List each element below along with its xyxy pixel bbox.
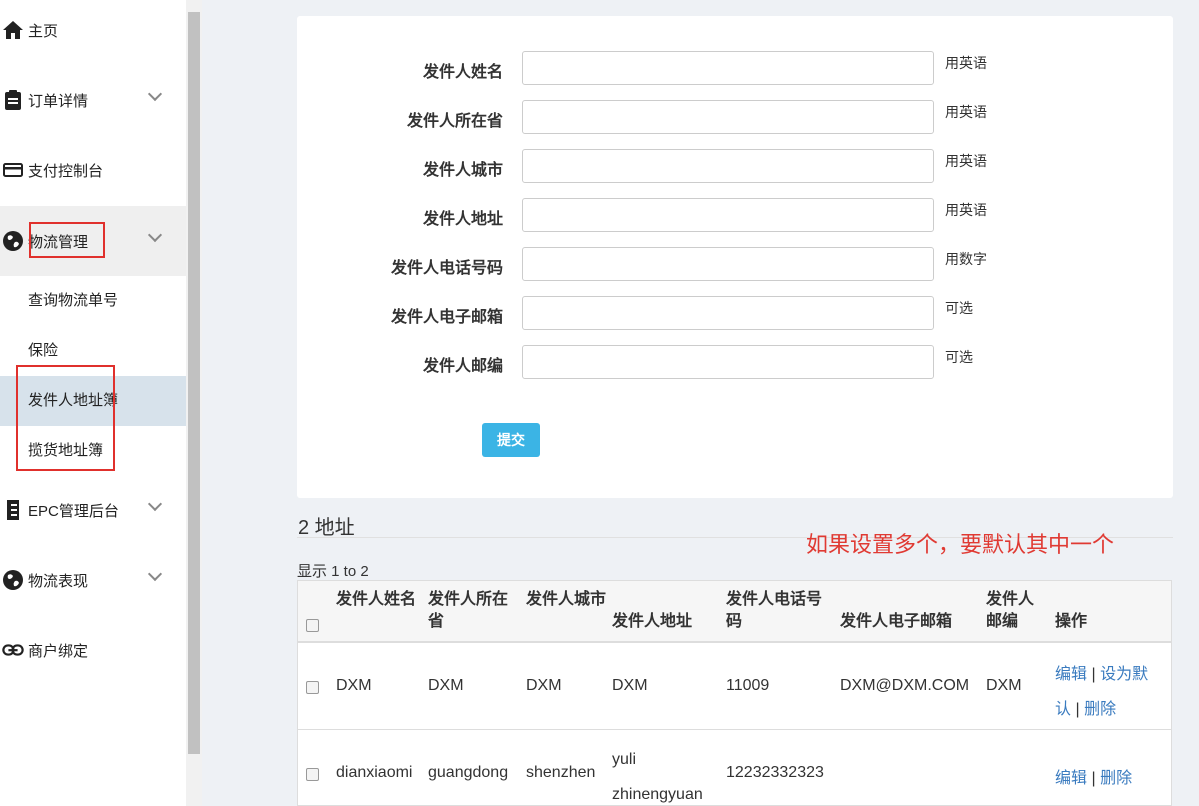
cell-province: guangdong bbox=[428, 764, 509, 781]
field-label: 发件人姓名 bbox=[422, 64, 503, 81]
highlight-box bbox=[29, 222, 105, 258]
sidebar-subitem-label: 保险 bbox=[28, 342, 59, 359]
column-header-name: 发件人姓名 bbox=[336, 591, 417, 608]
cell-email: DXM@DXM.COM bbox=[840, 677, 970, 694]
form-row-phone: 发件人电话号码 用数字 bbox=[297, 247, 1173, 281]
address-table: 发件人姓名 发件人所在省 发件人城市 发件人地址 发件人电话号码 发件人电子邮箱… bbox=[297, 580, 1172, 806]
field-label: 发件人电子邮箱 bbox=[390, 309, 503, 326]
cell-actions: 编辑 | 设为默认 | 删除 bbox=[1055, 666, 1149, 718]
cell-zip: DXM bbox=[986, 677, 1022, 694]
sidebar-item-logistics-performance[interactable]: 物流表现 bbox=[0, 545, 186, 615]
field-label: 发件人电话号码 bbox=[390, 260, 503, 277]
chevron-down-icon bbox=[147, 496, 163, 512]
home-icon bbox=[2, 19, 24, 41]
form-row-email: 发件人电子邮箱 可选 bbox=[297, 296, 1173, 330]
sender-city-input[interactable] bbox=[522, 149, 934, 183]
form-row-province: 发件人所在省 用英语 bbox=[297, 100, 1173, 134]
sidebar: 主页 订单详情 支付控制台 物流管理 查询物流单号 保险 发件人地址簿 揽货地址… bbox=[0, 0, 186, 806]
sender-form-card: 发件人姓名 用英语 发件人所在省 用英语 发件人城市 用英语 发件人地址 用英语… bbox=[297, 16, 1173, 498]
submit-button[interactable]: 提交 bbox=[482, 423, 540, 457]
field-label: 发件人所在省 bbox=[406, 113, 503, 130]
sidebar-subitem-label: 查询物流单号 bbox=[28, 292, 119, 309]
field-label: 发件人地址 bbox=[422, 211, 503, 228]
chevron-down-icon bbox=[147, 227, 163, 243]
address-count-title: 2 地址 bbox=[298, 517, 355, 539]
chevron-down-icon bbox=[147, 566, 163, 582]
sender-name-input[interactable] bbox=[522, 51, 934, 85]
sidebar-item-epc-admin[interactable]: EPC管理后台 bbox=[0, 475, 186, 545]
cell-name: dianxiaomi bbox=[336, 764, 413, 781]
field-hint: 用英语 bbox=[945, 104, 987, 120]
field-label: 发件人邮编 bbox=[422, 358, 503, 375]
cell-province: DXM bbox=[428, 677, 464, 694]
table-row: DXM DXM DXM DXM 11009 DXM@DXM.COM DXM 编辑… bbox=[298, 643, 1171, 730]
epc-icon bbox=[2, 499, 24, 521]
pagination-info: 显示 1 to 2 bbox=[297, 563, 369, 580]
highlight-box bbox=[16, 365, 115, 471]
cell-name: DXM bbox=[336, 677, 372, 694]
field-hint: 用英语 bbox=[945, 153, 987, 169]
sidebar-item-label: EPC管理后台 bbox=[28, 502, 119, 520]
edit-link[interactable]: 编辑 bbox=[1055, 666, 1087, 683]
delete-link[interactable]: 删除 bbox=[1084, 701, 1116, 718]
sidebar-scroll-thumb[interactable] bbox=[188, 12, 200, 754]
cell-city: DXM bbox=[526, 677, 562, 694]
sidebar-item-merchant-binding[interactable]: 商户绑定 bbox=[0, 615, 186, 685]
table-row: dianxiaomi guangdong shenzhen yuli zhine… bbox=[298, 730, 1171, 806]
annotation-text: 如果设置多个，要默认其中一个 bbox=[806, 533, 1115, 558]
field-hint: 用英语 bbox=[945, 202, 987, 218]
globe-icon bbox=[2, 230, 24, 252]
cell-phone: 12232332323 bbox=[726, 764, 824, 781]
edit-link[interactable]: 编辑 bbox=[1055, 770, 1087, 787]
sender-zip-input[interactable] bbox=[522, 345, 934, 379]
sender-address-input[interactable] bbox=[522, 198, 934, 232]
column-header-actions: 操作 bbox=[1055, 613, 1088, 630]
field-hint: 可选 bbox=[945, 300, 973, 316]
chevron-down-icon bbox=[147, 86, 163, 102]
sidebar-item-label: 主页 bbox=[28, 22, 59, 40]
column-header-city: 发件人城市 bbox=[526, 591, 607, 608]
link-icon bbox=[2, 639, 24, 661]
column-header-zip: 发件人邮编 bbox=[986, 591, 1035, 630]
column-header-province: 发件人所在省 bbox=[428, 591, 509, 630]
form-row-zip: 发件人邮编 可选 bbox=[297, 345, 1173, 379]
cell-address: DXM bbox=[612, 677, 648, 694]
form-row-address: 发件人地址 用英语 bbox=[297, 198, 1173, 232]
sidebar-subitem-tracking-query[interactable]: 查询物流单号 bbox=[0, 276, 186, 326]
form-row-name: 发件人姓名 用英语 bbox=[297, 51, 1173, 85]
form-row-city: 发件人城市 用英语 bbox=[297, 149, 1173, 183]
sender-email-input[interactable] bbox=[522, 296, 934, 330]
sidebar-item-label: 商户绑定 bbox=[28, 642, 89, 660]
cell-phone: 11009 bbox=[726, 677, 770, 694]
column-header-phone: 发件人电话号码 bbox=[726, 591, 823, 630]
sender-phone-input[interactable] bbox=[522, 247, 934, 281]
sidebar-item-label: 支付控制台 bbox=[28, 162, 104, 180]
sidebar-item-order-details[interactable]: 订单详情 bbox=[0, 65, 186, 135]
row-checkbox[interactable] bbox=[306, 681, 319, 694]
select-all-checkbox[interactable] bbox=[306, 619, 319, 632]
globe-icon bbox=[2, 569, 24, 591]
field-label: 发件人城市 bbox=[422, 162, 503, 179]
cell-actions: 编辑 | 删除 bbox=[1055, 770, 1133, 787]
sidebar-item-label: 订单详情 bbox=[28, 92, 89, 110]
sidebar-item-payment-console[interactable]: 支付控制台 bbox=[0, 135, 186, 205]
sidebar-item-label: 物流表现 bbox=[28, 572, 89, 590]
sidebar-item-home[interactable]: 主页 bbox=[0, 0, 186, 65]
column-header-address: 发件人地址 bbox=[612, 613, 693, 630]
field-hint: 可选 bbox=[945, 349, 973, 365]
cell-city: shenzhen bbox=[526, 764, 596, 781]
column-header-email: 发件人电子邮箱 bbox=[840, 613, 953, 630]
table-header: 发件人姓名 发件人所在省 发件人城市 发件人地址 发件人电话号码 发件人电子邮箱… bbox=[298, 581, 1171, 643]
row-checkbox[interactable] bbox=[306, 768, 319, 781]
delete-link[interactable]: 删除 bbox=[1100, 770, 1132, 787]
sender-province-input[interactable] bbox=[522, 100, 934, 134]
clipboard-icon bbox=[2, 89, 24, 111]
field-hint: 用英语 bbox=[945, 55, 987, 71]
cell-address: yuli zhinengyuan bbox=[612, 751, 703, 803]
field-hint: 用数字 bbox=[945, 251, 987, 267]
credit-card-icon bbox=[2, 159, 24, 181]
